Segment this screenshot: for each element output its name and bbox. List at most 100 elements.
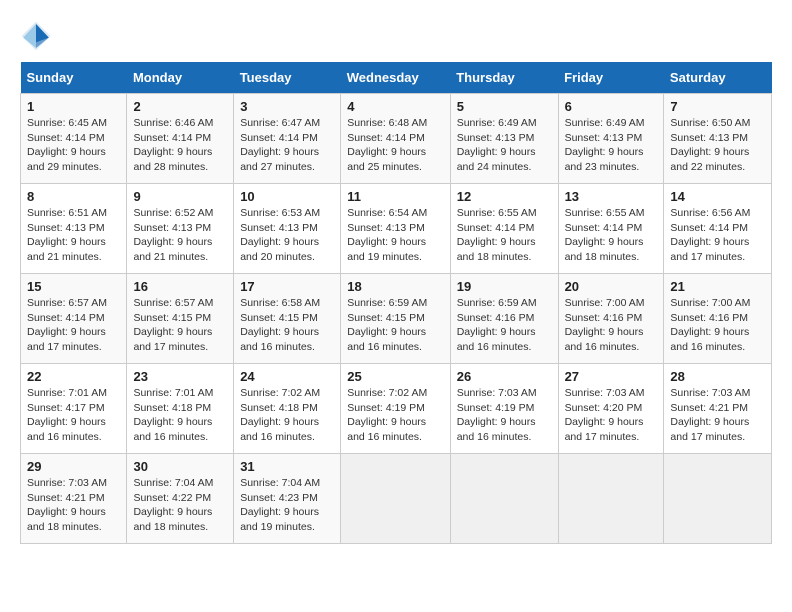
- logo-icon: [20, 20, 52, 52]
- calendar-cell: [664, 454, 772, 544]
- calendar-cell: 20Sunrise: 7:00 AM Sunset: 4:16 PM Dayli…: [558, 274, 664, 364]
- calendar-cell: 22Sunrise: 7:01 AM Sunset: 4:17 PM Dayli…: [21, 364, 127, 454]
- day-number: 16: [133, 279, 227, 294]
- week-row-1: 1 Sunrise: 6:45 AM Sunset: 4:14 PM Daylig…: [21, 94, 772, 184]
- day-number: 19: [457, 279, 552, 294]
- header-cell-saturday: Saturday: [664, 62, 772, 94]
- logo: [20, 20, 58, 52]
- cell-info: Sunrise: 6:54 AM Sunset: 4:13 PM Dayligh…: [347, 206, 443, 265]
- cell-info: Sunrise: 7:03 AM Sunset: 4:20 PM Dayligh…: [565, 386, 658, 445]
- calendar-cell: 3 Sunrise: 6:47 AM Sunset: 4:14 PM Daylig…: [234, 94, 341, 184]
- cell-info: Sunrise: 6:46 AM Sunset: 4:14 PM Dayligh…: [133, 116, 227, 175]
- day-number: 29: [27, 459, 120, 474]
- calendar-cell: 9Sunrise: 6:52 AM Sunset: 4:13 PM Daylig…: [127, 184, 234, 274]
- day-number: 26: [457, 369, 552, 384]
- header-cell-thursday: Thursday: [450, 62, 558, 94]
- calendar-cell: 6 Sunrise: 6:49 AM Sunset: 4:13 PM Daylig…: [558, 94, 664, 184]
- calendar-cell: 8 Sunrise: 6:51 AM Sunset: 4:13 PM Daylig…: [21, 184, 127, 274]
- cell-info: Sunrise: 6:53 AM Sunset: 4:13 PM Dayligh…: [240, 206, 334, 265]
- day-number: 20: [565, 279, 658, 294]
- calendar-cell: 17Sunrise: 6:58 AM Sunset: 4:15 PM Dayli…: [234, 274, 341, 364]
- cell-info: Sunrise: 7:04 AM Sunset: 4:22 PM Dayligh…: [133, 476, 227, 535]
- day-number: 13: [565, 189, 658, 204]
- day-number: 10: [240, 189, 334, 204]
- day-number: 2: [133, 99, 227, 114]
- day-number: 27: [565, 369, 658, 384]
- cell-info: Sunrise: 6:47 AM Sunset: 4:14 PM Dayligh…: [240, 116, 334, 175]
- header-row: SundayMondayTuesdayWednesdayThursdayFrid…: [21, 62, 772, 94]
- calendar-cell: 7Sunrise: 6:50 AM Sunset: 4:13 PM Daylig…: [664, 94, 772, 184]
- cell-info: Sunrise: 6:55 AM Sunset: 4:14 PM Dayligh…: [565, 206, 658, 265]
- calendar-cell: 23 Sunrise: 7:01 AM Sunset: 4:18 PM Dayli…: [127, 364, 234, 454]
- week-row-2: 8 Sunrise: 6:51 AM Sunset: 4:13 PM Daylig…: [21, 184, 772, 274]
- cell-info: Sunrise: 7:02 AM Sunset: 4:19 PM Dayligh…: [347, 386, 443, 445]
- day-number: 1: [27, 99, 120, 114]
- day-number: 8: [27, 189, 120, 204]
- day-number: 21: [670, 279, 765, 294]
- cell-info: Sunrise: 7:02 AM Sunset: 4:18 PM Dayligh…: [240, 386, 334, 445]
- day-number: 3: [240, 99, 334, 114]
- calendar-table: SundayMondayTuesdayWednesdayThursdayFrid…: [20, 62, 772, 544]
- header-cell-friday: Friday: [558, 62, 664, 94]
- calendar-cell: 31Sunrise: 7:04 AM Sunset: 4:23 PM Dayli…: [234, 454, 341, 544]
- calendar-cell: 25 Sunrise: 7:02 AM Sunset: 4:19 PM Dayli…: [341, 364, 450, 454]
- calendar-cell: 4 Sunrise: 6:48 AM Sunset: 4:14 PM Daylig…: [341, 94, 450, 184]
- day-number: 5: [457, 99, 552, 114]
- header-cell-tuesday: Tuesday: [234, 62, 341, 94]
- calendar-cell: 19 Sunrise: 6:59 AM Sunset: 4:16 PM Dayli…: [450, 274, 558, 364]
- calendar-cell: [341, 454, 450, 544]
- cell-info: Sunrise: 6:45 AM Sunset: 4:14 PM Dayligh…: [27, 116, 120, 175]
- week-row-5: 29 Sunrise: 7:03 AM Sunset: 4:21 PM Dayli…: [21, 454, 772, 544]
- header-cell-wednesday: Wednesday: [341, 62, 450, 94]
- day-number: 28: [670, 369, 765, 384]
- cell-info: Sunrise: 7:03 AM Sunset: 4:19 PM Dayligh…: [457, 386, 552, 445]
- calendar-cell: 27 Sunrise: 7:03 AM Sunset: 4:20 PM Dayli…: [558, 364, 664, 454]
- cell-info: Sunrise: 6:49 AM Sunset: 4:13 PM Dayligh…: [457, 116, 552, 175]
- calendar-cell: 5 Sunrise: 6:49 AM Sunset: 4:13 PM Daylig…: [450, 94, 558, 184]
- day-number: 14: [670, 189, 765, 204]
- calendar-cell: 2 Sunrise: 6:46 AM Sunset: 4:14 PM Daylig…: [127, 94, 234, 184]
- header-cell-monday: Monday: [127, 62, 234, 94]
- day-number: 15: [27, 279, 120, 294]
- header-cell-sunday: Sunday: [21, 62, 127, 94]
- cell-info: Sunrise: 6:57 AM Sunset: 4:15 PM Dayligh…: [133, 296, 227, 355]
- day-number: 25: [347, 369, 443, 384]
- cell-info: Sunrise: 6:59 AM Sunset: 4:16 PM Dayligh…: [457, 296, 552, 355]
- calendar-header: SundayMondayTuesdayWednesdayThursdayFrid…: [21, 62, 772, 94]
- calendar-cell: 28 Sunrise: 7:03 AM Sunset: 4:21 PM Dayli…: [664, 364, 772, 454]
- cell-info: Sunrise: 7:03 AM Sunset: 4:21 PM Dayligh…: [670, 386, 765, 445]
- calendar-cell: [450, 454, 558, 544]
- calendar-cell: 11 Sunrise: 6:54 AM Sunset: 4:13 PM Dayli…: [341, 184, 450, 274]
- calendar-cell: 12Sunrise: 6:55 AM Sunset: 4:14 PM Dayli…: [450, 184, 558, 274]
- calendar-cell: 29 Sunrise: 7:03 AM Sunset: 4:21 PM Dayli…: [21, 454, 127, 544]
- cell-info: Sunrise: 7:03 AM Sunset: 4:21 PM Dayligh…: [27, 476, 120, 535]
- day-number: 18: [347, 279, 443, 294]
- calendar-cell: 16 Sunrise: 6:57 AM Sunset: 4:15 PM Dayli…: [127, 274, 234, 364]
- day-number: 30: [133, 459, 227, 474]
- cell-info: Sunrise: 6:48 AM Sunset: 4:14 PM Dayligh…: [347, 116, 443, 175]
- cell-info: Sunrise: 6:49 AM Sunset: 4:13 PM Dayligh…: [565, 116, 658, 175]
- cell-info: Sunrise: 6:51 AM Sunset: 4:13 PM Dayligh…: [27, 206, 120, 265]
- day-number: 11: [347, 189, 443, 204]
- cell-info: Sunrise: 7:01 AM Sunset: 4:17 PM Dayligh…: [27, 386, 120, 445]
- calendar-cell: 21Sunrise: 7:00 AM Sunset: 4:16 PM Dayli…: [664, 274, 772, 364]
- calendar-cell: 24 Sunrise: 7:02 AM Sunset: 4:18 PM Dayli…: [234, 364, 341, 454]
- week-row-3: 15Sunrise: 6:57 AM Sunset: 4:14 PM Dayli…: [21, 274, 772, 364]
- calendar-body: 1 Sunrise: 6:45 AM Sunset: 4:14 PM Daylig…: [21, 94, 772, 544]
- day-number: 23: [133, 369, 227, 384]
- calendar-cell: [558, 454, 664, 544]
- cell-info: Sunrise: 7:01 AM Sunset: 4:18 PM Dayligh…: [133, 386, 227, 445]
- cell-info: Sunrise: 6:58 AM Sunset: 4:15 PM Dayligh…: [240, 296, 334, 355]
- cell-info: Sunrise: 6:55 AM Sunset: 4:14 PM Dayligh…: [457, 206, 552, 265]
- day-number: 24: [240, 369, 334, 384]
- calendar-cell: 1 Sunrise: 6:45 AM Sunset: 4:14 PM Daylig…: [21, 94, 127, 184]
- calendar-cell: 30 Sunrise: 7:04 AM Sunset: 4:22 PM Dayli…: [127, 454, 234, 544]
- cell-info: Sunrise: 6:50 AM Sunset: 4:13 PM Dayligh…: [670, 116, 765, 175]
- day-number: 6: [565, 99, 658, 114]
- calendar-cell: 13 Sunrise: 6:55 AM Sunset: 4:14 PM Dayli…: [558, 184, 664, 274]
- day-number: 31: [240, 459, 334, 474]
- day-number: 4: [347, 99, 443, 114]
- calendar-cell: 10 Sunrise: 6:53 AM Sunset: 4:13 PM Dayli…: [234, 184, 341, 274]
- calendar-cell: 15Sunrise: 6:57 AM Sunset: 4:14 PM Dayli…: [21, 274, 127, 364]
- cell-info: Sunrise: 6:52 AM Sunset: 4:13 PM Dayligh…: [133, 206, 227, 265]
